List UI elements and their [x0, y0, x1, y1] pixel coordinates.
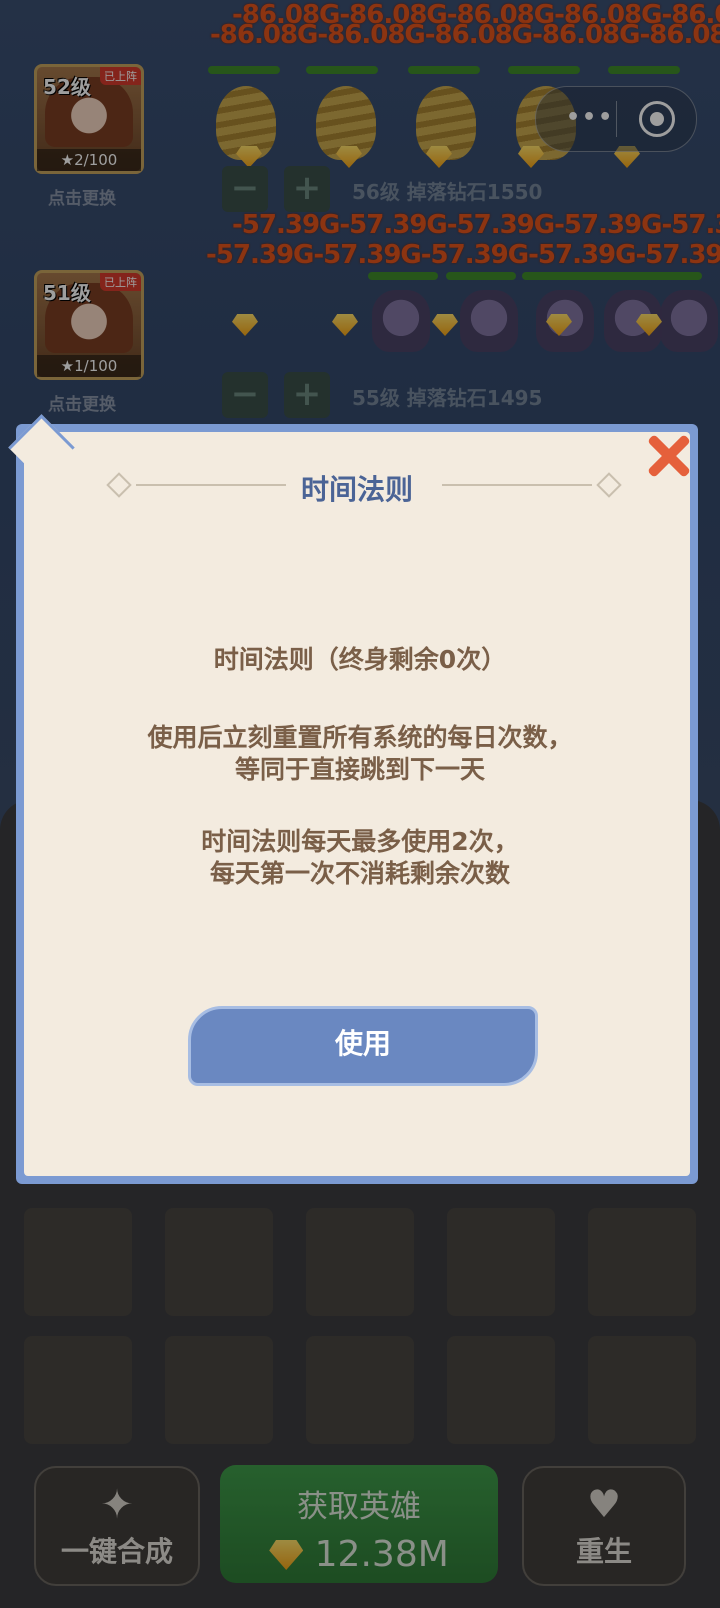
dialog-title: 时间法则: [300, 473, 413, 506]
description-line: 等同于直接跳到下一天: [234, 755, 485, 784]
usage-rule-line: 时间法则每天最多使用2次，: [201, 827, 519, 856]
description-line: 使用后立刻重置所有系统的每日次数，: [147, 723, 573, 752]
use-button[interactable]: 使用: [188, 1006, 538, 1086]
close-icon[interactable]: [644, 432, 692, 480]
usage-rule-line: 每天第一次不消耗剩余次数: [209, 859, 510, 888]
remaining-uses-text: 时间法则（终身剩余0次）: [213, 645, 507, 674]
title-divider-right: [442, 484, 592, 486]
